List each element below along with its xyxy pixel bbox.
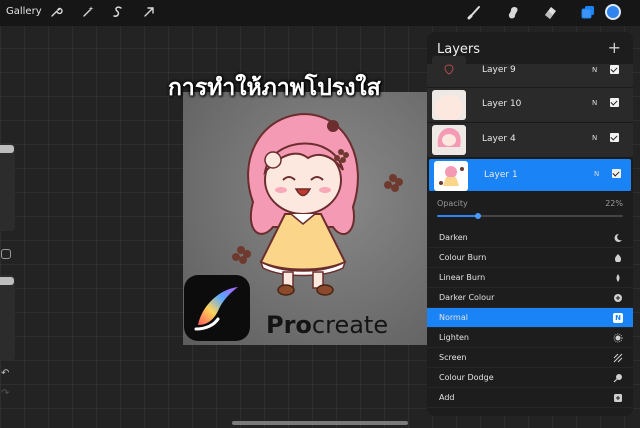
stripes-icon bbox=[613, 353, 623, 363]
blend-mode-label: Darker Colour bbox=[439, 293, 495, 302]
blend-mode-normal[interactable]: Normal N bbox=[427, 308, 633, 328]
procreate-app-logo bbox=[184, 275, 250, 341]
layer-thumbnail bbox=[434, 161, 468, 191]
blend-mode-label: Linear Burn bbox=[439, 273, 486, 282]
procreate-wordmark: Procreate bbox=[266, 311, 388, 339]
blend-mode-colour-burn[interactable]: Colour Burn bbox=[427, 248, 633, 268]
blend-mode-label: Colour Burn bbox=[439, 253, 487, 262]
opacity-knob[interactable] bbox=[0, 277, 14, 285]
blend-mode-darker-colour[interactable]: Darker Colour bbox=[427, 288, 633, 308]
plus-square-icon bbox=[613, 393, 623, 403]
blend-mode-lighten[interactable]: Lighten bbox=[427, 328, 633, 348]
blend-mode-list: Darken Colour Burn Linear Burn Darker Colou… bbox=[427, 228, 633, 408]
undo-icon[interactable]: ↶ bbox=[1, 368, 9, 379]
dodge-icon bbox=[613, 373, 623, 383]
selection-s-icon[interactable] bbox=[111, 5, 125, 19]
eraser-icon[interactable] bbox=[542, 4, 558, 20]
layer-blend-mode[interactable]: N bbox=[592, 99, 597, 107]
redo-icon[interactable]: ↷ bbox=[1, 388, 9, 399]
blend-mode-label: Lighten bbox=[439, 333, 469, 342]
layer-thumbnail bbox=[432, 56, 466, 86]
modify-button[interactable] bbox=[1, 249, 11, 259]
opacity-slider[interactable] bbox=[0, 275, 15, 361]
layer-blend-mode[interactable]: N bbox=[592, 134, 597, 142]
blend-mode-screen[interactable]: Screen bbox=[427, 348, 633, 368]
layer-name: Layer 9 bbox=[482, 65, 516, 75]
layers-panel: Layers + Layer 9 N Layer 10 N Layer 4 N … bbox=[427, 32, 633, 416]
gallery-button[interactable]: Gallery bbox=[6, 6, 42, 17]
opacity-fill bbox=[437, 215, 478, 217]
flame-icon bbox=[613, 273, 623, 283]
opacity-value: 22% bbox=[605, 199, 623, 208]
layer-opacity-slider[interactable] bbox=[437, 213, 623, 219]
wordmark-bold: Pro bbox=[266, 311, 312, 339]
blend-mode-label: Screen bbox=[439, 353, 467, 362]
moon-icon bbox=[613, 233, 623, 243]
layer-thumbnail bbox=[432, 125, 466, 155]
blend-mode-label: Colour Dodge bbox=[439, 373, 494, 382]
layer-name: Layer 1 bbox=[484, 170, 518, 180]
opacity-slider-knob[interactable] bbox=[474, 213, 481, 219]
blend-mode-label: Darken bbox=[439, 233, 468, 242]
layer-name: Layer 10 bbox=[482, 99, 522, 109]
home-indicator bbox=[232, 421, 408, 425]
overlay-title: การทำให้ภาพโปรงใส bbox=[168, 75, 381, 101]
layer-visibility-checkbox[interactable] bbox=[610, 98, 619, 107]
layers-icon[interactable] bbox=[580, 4, 596, 20]
transform-arrow-icon[interactable] bbox=[142, 5, 156, 19]
blend-mode-darken[interactable]: Darken bbox=[427, 228, 633, 248]
burn-icon bbox=[613, 253, 623, 263]
sun-icon bbox=[613, 333, 623, 343]
brush-size-knob[interactable] bbox=[0, 145, 14, 153]
blend-mode-add[interactable]: Add bbox=[427, 388, 633, 408]
wrench-icon[interactable] bbox=[49, 5, 63, 19]
layer-row[interactable]: Layer 4 N bbox=[427, 123, 633, 158]
blend-mode-label: Normal bbox=[439, 313, 468, 322]
add-layer-button[interactable]: + bbox=[608, 38, 621, 57]
magic-wand-icon[interactable] bbox=[81, 5, 95, 19]
brush-size-slider[interactable] bbox=[0, 143, 15, 231]
layer-blend-mode[interactable]: N bbox=[592, 66, 597, 74]
blend-mode-colour-dodge[interactable]: Colour Dodge bbox=[427, 368, 633, 388]
wordmark-rest: create bbox=[311, 311, 389, 339]
n-badge-icon: N bbox=[613, 313, 623, 323]
layer-row[interactable]: Layer 10 N bbox=[427, 88, 633, 123]
layer-row-active[interactable]: Layer 1 N bbox=[429, 159, 631, 192]
color-swatch-button[interactable] bbox=[605, 4, 621, 20]
blend-mode-linear-burn[interactable]: Linear Burn bbox=[427, 268, 633, 288]
brush-icon[interactable] bbox=[467, 4, 483, 20]
layer-blend-mode[interactable]: N bbox=[594, 170, 599, 178]
layer-thumbnail bbox=[432, 90, 466, 120]
plus-circle-icon bbox=[613, 293, 623, 303]
top-toolbar: Gallery bbox=[0, 0, 640, 26]
layer-row[interactable]: Layer 9 N bbox=[427, 56, 633, 88]
opacity-label: Opacity bbox=[437, 199, 468, 208]
blend-mode-label: Add bbox=[439, 393, 455, 402]
layer-visibility-checkbox[interactable] bbox=[610, 133, 619, 142]
layer-visibility-checkbox[interactable] bbox=[612, 169, 621, 178]
layers-title: Layers bbox=[437, 42, 481, 57]
layer-name: Layer 4 bbox=[482, 134, 516, 144]
layer-visibility-checkbox[interactable] bbox=[610, 65, 619, 74]
smudge-icon[interactable] bbox=[505, 4, 521, 20]
